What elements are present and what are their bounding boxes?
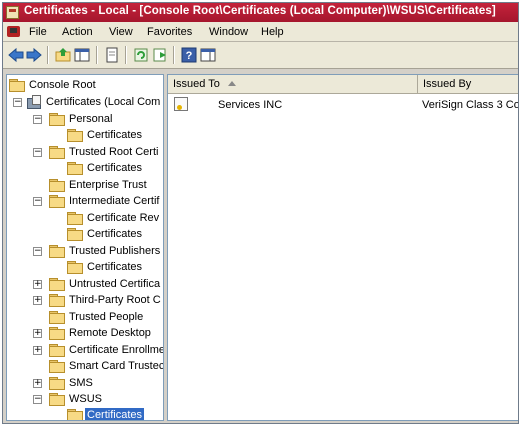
menu-help[interactable]: Help: [261, 26, 284, 38]
tree-label-selected: Certificates: [85, 408, 145, 421]
collapse-icon[interactable]: −: [33, 148, 42, 157]
expand-icon[interactable]: +: [33, 280, 42, 289]
folder-icon: [49, 360, 65, 373]
results-list[interactable]: Issued To Issued By Services INC VeriSig…: [167, 74, 519, 421]
svg-text:?: ?: [186, 50, 193, 62]
collapse-icon[interactable]: −: [13, 98, 22, 107]
tree-label: Certificates (Local Com: [46, 96, 161, 108]
folder-icon: [49, 245, 65, 258]
expand-icon[interactable]: +: [33, 346, 42, 355]
folder-icon: [67, 261, 83, 274]
mmc-window: Certificates - Local - [Console Root\Cer…: [2, 2, 519, 424]
column-label: Issued By: [423, 78, 472, 90]
folder-icon: [67, 409, 83, 420]
action-pane-icon[interactable]: [200, 47, 216, 63]
title-bar[interactable]: Certificates - Local - [Console Root\Cer…: [3, 3, 518, 22]
show-hide-tree-icon[interactable]: [74, 47, 90, 63]
menu-action[interactable]: Action: [62, 26, 93, 38]
toolbar: ?: [3, 42, 518, 69]
certificates-snapin-icon: [27, 95, 42, 109]
tree-label: Remote Desktop: [69, 327, 151, 339]
folder-icon: [49, 311, 65, 324]
certificate-app-icon: [6, 6, 19, 19]
folder-icon: [49, 294, 65, 307]
tree-label: WSUS: [69, 393, 102, 405]
folder-icon: [49, 377, 65, 390]
menu-file[interactable]: File: [29, 26, 47, 38]
folder-icon: [49, 195, 65, 208]
sort-ascending-icon: [227, 81, 236, 86]
refresh-icon[interactable]: [133, 47, 149, 63]
cell-issued-by: VeriSign Class 3 Co: [422, 99, 519, 111]
folder-icon: [67, 129, 83, 142]
tree-label: Smart Card Trustec: [69, 360, 164, 372]
properties-icon[interactable]: [104, 47, 120, 63]
collapse-icon[interactable]: −: [33, 395, 42, 404]
folder-icon: [9, 79, 25, 92]
folder-icon: [67, 162, 83, 175]
menu-favorites[interactable]: Favorites: [147, 26, 192, 38]
tree-label: Certificates: [87, 162, 143, 174]
back-icon[interactable]: [8, 47, 24, 63]
list-row[interactable]: Services INC VeriSign Class 3 Co: [168, 96, 519, 114]
folder-icon: [49, 327, 65, 340]
expand-icon[interactable]: +: [33, 379, 42, 388]
folder-icon: [49, 146, 65, 159]
tree-label: Enterprise Trust: [69, 179, 147, 191]
tree-label: Third-Party Root C: [69, 294, 161, 306]
tree-label: Trusted Publishers: [69, 245, 161, 257]
column-issued-to[interactable]: Issued To: [168, 75, 418, 93]
menu-view[interactable]: View: [109, 26, 133, 38]
folder-icon: [67, 212, 83, 225]
folder-icon: [49, 278, 65, 291]
console-system-icon[interactable]: [7, 26, 20, 37]
tree-label: Certificate Enrollme: [69, 344, 164, 356]
export-list-icon[interactable]: [152, 47, 168, 63]
console-tree[interactable]: Console Root − Certificates (Local Com −…: [6, 74, 164, 421]
certificate-icon: [174, 97, 188, 111]
column-issued-by[interactable]: Issued By: [418, 75, 518, 93]
up-folder-icon[interactable]: [55, 47, 71, 63]
tree-label: Certificates: [87, 129, 143, 141]
tree-label: Personal: [69, 113, 113, 125]
window-title: Certificates - Local - [Console Root\Cer…: [24, 5, 496, 17]
list-header: Issued To Issued By: [168, 75, 518, 94]
tree-label: Console Root: [29, 79, 96, 91]
folder-icon: [49, 179, 65, 192]
forward-icon[interactable]: [26, 47, 42, 63]
column-label: Issued To: [173, 78, 220, 90]
tree-label: Intermediate Certif: [69, 195, 160, 207]
folder-icon: [49, 113, 65, 126]
expand-icon[interactable]: +: [33, 329, 42, 338]
tree-label: Certificates: [87, 228, 143, 240]
folder-icon: [49, 344, 65, 357]
tree-label: SMS: [69, 377, 93, 389]
menu-window[interactable]: Window: [209, 26, 248, 38]
tree-label: Untrusted Certifica: [69, 278, 161, 290]
folder-icon: [49, 393, 65, 406]
folder-icon: [67, 228, 83, 241]
tree-label: Certificate Rev: [87, 212, 160, 224]
tree-label: Trusted Root Certi: [69, 146, 159, 158]
collapse-icon[interactable]: −: [33, 115, 42, 124]
help-icon[interactable]: ?: [181, 47, 197, 63]
collapse-icon[interactable]: −: [33, 197, 42, 206]
expand-icon[interactable]: +: [33, 296, 42, 305]
collapse-icon[interactable]: −: [33, 247, 42, 256]
cell-issued-to: Services INC: [218, 99, 283, 111]
tree-label: Trusted People: [69, 311, 144, 323]
tree-label: Certificates: [87, 261, 143, 273]
menu-bar: File Action View Favorites Window Help: [3, 22, 518, 42]
